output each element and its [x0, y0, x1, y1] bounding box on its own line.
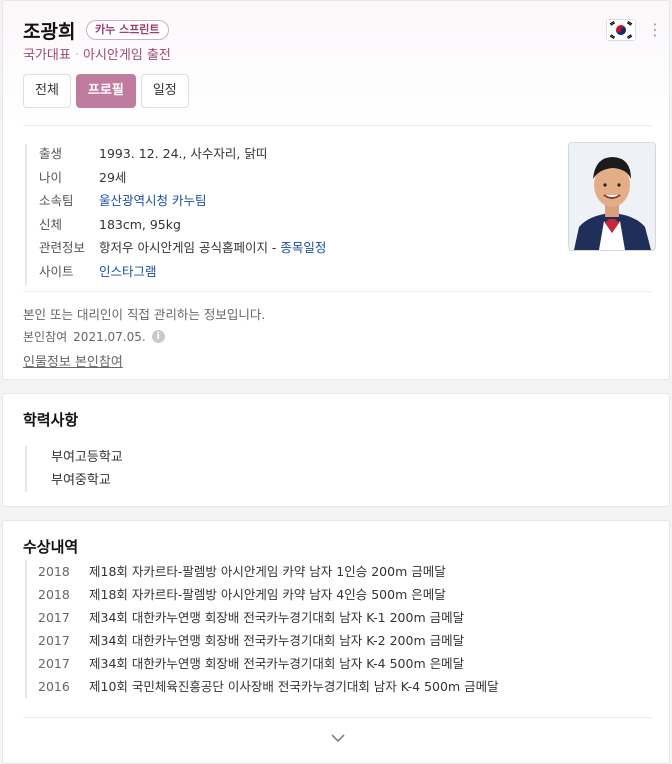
event-schedule-link[interactable]: 종목일정 [280, 240, 326, 255]
joined-date: 2021.07.05. [73, 329, 146, 344]
info-value: 29세 [99, 169, 127, 185]
info-icon[interactable]: i [151, 330, 165, 343]
sport-badge[interactable]: 카누 스프린트 [86, 20, 169, 40]
official-site-link[interactable]: 항저우 아시안게임 공식홈페이지 [99, 240, 268, 255]
awards-card: 수상내역 2018 제18회 자카르타-팔렘방 아시안게임 카약 남자 1인승 … [2, 520, 670, 764]
subtitle-national-team[interactable]: 국가대표 [23, 48, 71, 63]
profile-tabs: 전체 프로필 일정 [23, 74, 189, 108]
award-year: 2018 [38, 587, 70, 602]
award-item: 2018 제18회 자카르타-팔렘방 아시안게임 카약 남자 1인승 200m … [38, 560, 499, 583]
subtitle: 국가대표 · 아시안게임 출전 [23, 48, 171, 63]
award-year: 2016 [38, 679, 70, 694]
info-key: 소속팀 [39, 193, 74, 208]
education-list: 부여고등학교 부여중학교 [25, 446, 123, 492]
profile-photo[interactable] [568, 142, 656, 251]
info-value: 항저우 아시안게임 공식홈페이지 - 종목일정 [99, 240, 327, 255]
info-key: 신체 [39, 216, 63, 232]
info-value: 1993. 12. 24., 사수자리, 닭띠 [99, 146, 268, 161]
team-link[interactable]: 울산광역시청 카누팀 [99, 191, 206, 215]
education-card: 학력사항 부여고등학교 부여중학교 [2, 393, 670, 507]
award-year: 2017 [38, 656, 70, 671]
joined-label: 본인참여 [23, 330, 68, 344]
divider [23, 717, 651, 718]
profile-info-list: 출생 1993. 12. 24., 사수자리, 닭띠 나이 29세 소속팀 울산… [25, 144, 326, 285]
award-text: 제18회 자카르타-팔렘방 아시안게임 카약 남자 4인승 500m 은메달 [89, 587, 446, 602]
self-participation-row: 본인참여 2021.07.05. i [23, 328, 165, 345]
more-vertical-icon[interactable]: ⋮ [647, 22, 663, 38]
awards-list: 2018 제18회 자카르타-팔렘방 아시안게임 카약 남자 1인승 200m … [25, 560, 499, 698]
award-text: 제34회 대한카누연맹 회장배 전국카누경기대회 남자 K-4 500m 은메달 [89, 656, 465, 671]
awards-title: 수상내역 [23, 538, 79, 556]
korea-flag-icon [606, 19, 636, 41]
tab-profile[interactable]: 프로필 [75, 74, 136, 108]
divider [23, 125, 651, 126]
info-key: 관련정보 [39, 240, 86, 255]
info-key: 나이 [39, 169, 63, 185]
tab-schedule[interactable]: 일정 [140, 74, 189, 108]
tab-all[interactable]: 전체 [23, 74, 71, 108]
education-item[interactable]: 부여중학교 [51, 469, 123, 492]
self-participation-link[interactable]: 인물정보 본인참여 [23, 351, 123, 370]
award-year: 2017 [38, 610, 70, 625]
education-item[interactable]: 부여고등학교 [51, 446, 123, 469]
award-text: 제34회 대한카누연맹 회장배 전국카누경기대회 남자 K-1 200m 금메달 [89, 610, 465, 625]
award-item: 2017 제34회 대한카누연맹 회장배 전국카누경기대회 남자 K-2 200… [38, 629, 499, 652]
info-row-site: 사이트 인스타그램 [39, 262, 326, 286]
info-row-body: 신체 183cm, 95kg [39, 215, 326, 239]
award-year: 2018 [38, 564, 70, 579]
info-row-birth: 출생 1993. 12. 24., 사수자리, 닭띠 [39, 144, 326, 168]
instagram-link[interactable]: 인스타그램 [99, 262, 157, 286]
award-item: 2018 제18회 자카르타-팔렘방 아시안게임 카약 남자 4인승 500m … [38, 583, 499, 606]
award-text: 제34회 대한카누연맹 회장배 전국카누경기대회 남자 K-2 200m 금메달 [89, 633, 465, 648]
managed-info-note: 본인 또는 대리인이 직접 관리하는 정보입니다. [23, 307, 266, 322]
education-title: 학력사항 [23, 411, 79, 429]
profile-card: 조광희 카누 스프린트 국가대표 · 아시안게임 출전 ⋮ 전체 프로필 일정 출생… [2, 0, 670, 380]
award-year: 2017 [38, 633, 70, 648]
award-item: 2017 제34회 대한카누연맹 회장배 전국카누경기대회 남자 K-4 500… [38, 652, 499, 675]
divider [23, 291, 651, 292]
award-item: 2017 제34회 대한카누연맹 회장배 전국카누경기대회 남자 K-1 200… [38, 606, 499, 629]
award-item: 2016 제10회 국민체육진흥공단 이사장배 전국카누경기대회 남자 K-4 … [38, 675, 499, 698]
info-row-related: 관련정보 항저우 아시안게임 공식홈페이지 - 종목일정 [39, 238, 326, 262]
info-row-team: 소속팀 울산광역시청 카누팀 [39, 191, 326, 215]
info-row-age: 나이 29세 [39, 168, 326, 192]
person-name: 조광희 [23, 21, 76, 43]
award-text: 제10회 국민체육진흥공단 이사장배 전국카누경기대회 남자 K-4 500m … [89, 679, 499, 694]
info-value: 183cm, 95kg [99, 216, 181, 232]
info-key: 사이트 [39, 263, 74, 279]
subtitle-asian-games[interactable]: 아시안게임 출전 [83, 48, 171, 63]
chevron-down-icon[interactable] [331, 731, 345, 747]
info-key: 출생 [39, 146, 63, 161]
award-text: 제18회 자카르타-팔렘방 아시안게임 카약 남자 1인승 200m 금메달 [89, 564, 446, 579]
